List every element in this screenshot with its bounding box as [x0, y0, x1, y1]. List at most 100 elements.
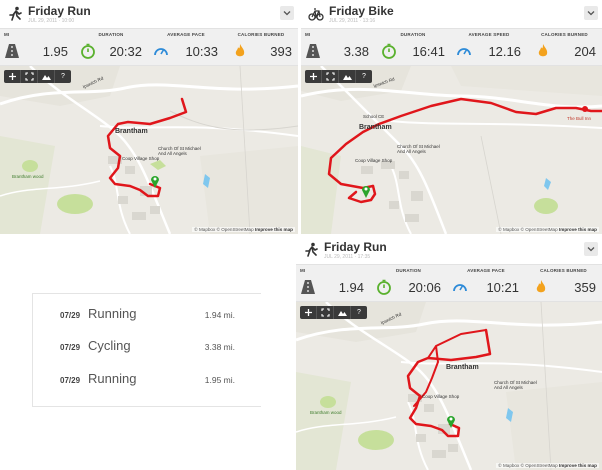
- osm-credit[interactable]: © OpenStreetMap: [521, 227, 558, 232]
- zoom-icon: [304, 309, 312, 316]
- mountain-icon: [41, 75, 51, 80]
- fullscreen-button[interactable]: [322, 70, 339, 83]
- activity-date: JUL 29, 2011 · 17:35: [324, 254, 371, 260]
- start-marker-icon: [447, 416, 455, 428]
- terrain-button[interactable]: [339, 70, 356, 83]
- chevron-down-icon: [587, 247, 595, 252]
- improve-map-link[interactable]: Improve this map: [559, 227, 597, 232]
- stat-label: DURATION: [400, 32, 426, 37]
- activity-title: Friday Run: [28, 4, 91, 18]
- speedometer-icon: [154, 48, 168, 56]
- list-item-type: Running: [88, 371, 137, 386]
- flame-icon: [235, 44, 245, 57]
- terrain-button[interactable]: [38, 70, 55, 83]
- card-menu-dropdown[interactable]: [584, 242, 598, 256]
- expand-icon: [24, 72, 34, 81]
- fullscreen-button[interactable]: [21, 70, 38, 83]
- list-item-distance: 1.94 mi.: [204, 310, 235, 320]
- stat-speed: AVERAGE SPEED 12.16: [451, 29, 527, 65]
- fullscreen-button[interactable]: [317, 306, 334, 319]
- stat-value: 10:33: [185, 44, 218, 59]
- map-label-shop: Coop Village Shop: [122, 156, 160, 161]
- stat-label: AVERAGE PACE: [167, 32, 205, 37]
- osm-credit[interactable]: © OpenStreetMap: [217, 227, 254, 232]
- stat-pace: AVERAGE PACE 10:21: [447, 265, 525, 301]
- runner-icon: [305, 242, 318, 257]
- list-item-type: Running: [88, 306, 137, 321]
- map-label-shop: Coop Village Shop: [422, 394, 460, 399]
- stat-calories: CALORIES BURNED 359: [525, 265, 602, 301]
- stat-calories: CALORIES BURNED 393: [224, 29, 298, 65]
- start-marker-icon: [362, 186, 370, 198]
- list-item[interactable]: 07/29 Running 1.95 mi.: [60, 371, 251, 389]
- stat-distance: MI 3.38: [301, 29, 375, 65]
- stat-label: DURATION: [98, 32, 124, 37]
- list-item[interactable]: 07/29 Cycling 3.38 mi.: [60, 338, 251, 356]
- flame-icon: [538, 44, 548, 57]
- stat-label: MI: [300, 268, 306, 273]
- speedometer-icon: [457, 48, 471, 56]
- map-label-pub: The Bull Inn: [567, 116, 592, 121]
- map-attribution: © Mapbox © OpenStreetMap Improve this ma…: [192, 227, 295, 232]
- chevron-down-icon: [587, 11, 595, 16]
- terrain-button[interactable]: [334, 306, 351, 319]
- mapbox-credit[interactable]: © Mapbox: [194, 227, 215, 232]
- card-header: Friday Run JUL 29, 2011 · 10:00: [0, 0, 298, 28]
- stat-label: MI: [4, 32, 10, 37]
- stat-value: 204: [574, 44, 596, 59]
- help-button[interactable]: ?: [351, 306, 367, 319]
- list-item-date: 07/29: [60, 343, 81, 352]
- map-attribution: © Mapbox © OpenStreetMap Improve this ma…: [496, 463, 599, 468]
- route-map[interactable]: Brantham Church Of St Michael And All An…: [0, 66, 298, 234]
- route-map[interactable]: Brantham Church Of St Michael And All An…: [296, 302, 602, 470]
- activity-card-friday-run-1: Friday Run JUL 29, 2011 · 10:00 MI 1.95 …: [0, 0, 298, 234]
- list-item-date: 07/29: [60, 376, 81, 385]
- zoom-button[interactable]: [305, 70, 322, 83]
- stat-label: AVERAGE SPEED: [468, 32, 510, 37]
- help-button[interactable]: ?: [356, 70, 372, 83]
- improve-map-link[interactable]: Improve this map: [255, 227, 293, 232]
- stat-calories: CALORIES BURNED 204: [527, 29, 602, 65]
- stat-duration: DURATION 20:06: [370, 265, 447, 301]
- stat-distance: MI 1.95: [0, 29, 74, 65]
- stats-bar: MI 3.38 DURATION 16:41 AVERAGE SPEED 12.…: [301, 28, 602, 66]
- stat-value: 10:21: [486, 280, 519, 295]
- mapbox-credit[interactable]: © Mapbox: [498, 227, 519, 232]
- card-menu-dropdown[interactable]: [280, 6, 294, 20]
- map-label-town: Brantham: [446, 364, 479, 371]
- route-line: [406, 328, 492, 438]
- list-item-type: Cycling: [88, 338, 131, 353]
- recent-activities-list: 07/29 Running 1.94 mi. 07/29 Cycling 3.3…: [32, 293, 261, 407]
- stopwatch-icon: [377, 279, 391, 295]
- zoom-button[interactable]: [4, 70, 21, 83]
- zoom-button[interactable]: [300, 306, 317, 319]
- expand-icon: [320, 308, 330, 317]
- stats-bar: MI 1.95 DURATION 20:32 AVERAGE PACE 10:3…: [0, 28, 298, 66]
- stat-value: 3.38: [343, 44, 369, 59]
- osm-credit[interactable]: © OpenStreetMap: [521, 463, 558, 468]
- improve-map-link[interactable]: Improve this map: [559, 463, 597, 468]
- map-label-wood: Brantham wood: [310, 410, 342, 415]
- stat-value: 393: [270, 44, 292, 59]
- list-item-distance: 3.38 mi.: [204, 342, 235, 352]
- stat-value: 20:32: [109, 44, 142, 59]
- stat-duration: DURATION 16:41: [375, 29, 451, 65]
- map-label-church: Church Of St Michael And All Angels: [397, 144, 440, 154]
- activity-date: JUL 29, 2011 · 10:00: [28, 18, 75, 24]
- stat-value: 1.95: [42, 44, 68, 59]
- mapbox-credit[interactable]: © Mapbox: [498, 463, 519, 468]
- card-header: Friday Bike JUL 29, 2011 · 13:16: [301, 0, 602, 28]
- stats-bar: MI 1.94 DURATION 20:06 AVERAGE PACE 10:2…: [296, 264, 602, 302]
- zoom-icon: [309, 73, 317, 80]
- card-menu-dropdown[interactable]: [584, 6, 598, 20]
- stopwatch-icon: [382, 43, 396, 59]
- route-map[interactable]: The Bull Inn Brantham School CE Church O…: [301, 66, 602, 234]
- stat-label: CALORIES BURNED: [540, 268, 587, 273]
- activity-date: JUL 29, 2011 · 13:16: [329, 18, 376, 24]
- list-item-date: 07/29: [60, 311, 81, 320]
- mountain-icon: [337, 311, 347, 316]
- chevron-down-icon: [283, 11, 291, 16]
- help-button[interactable]: ?: [55, 70, 71, 83]
- list-item[interactable]: 07/29 Running 1.94 mi.: [60, 306, 251, 324]
- road-icon: [301, 280, 315, 294]
